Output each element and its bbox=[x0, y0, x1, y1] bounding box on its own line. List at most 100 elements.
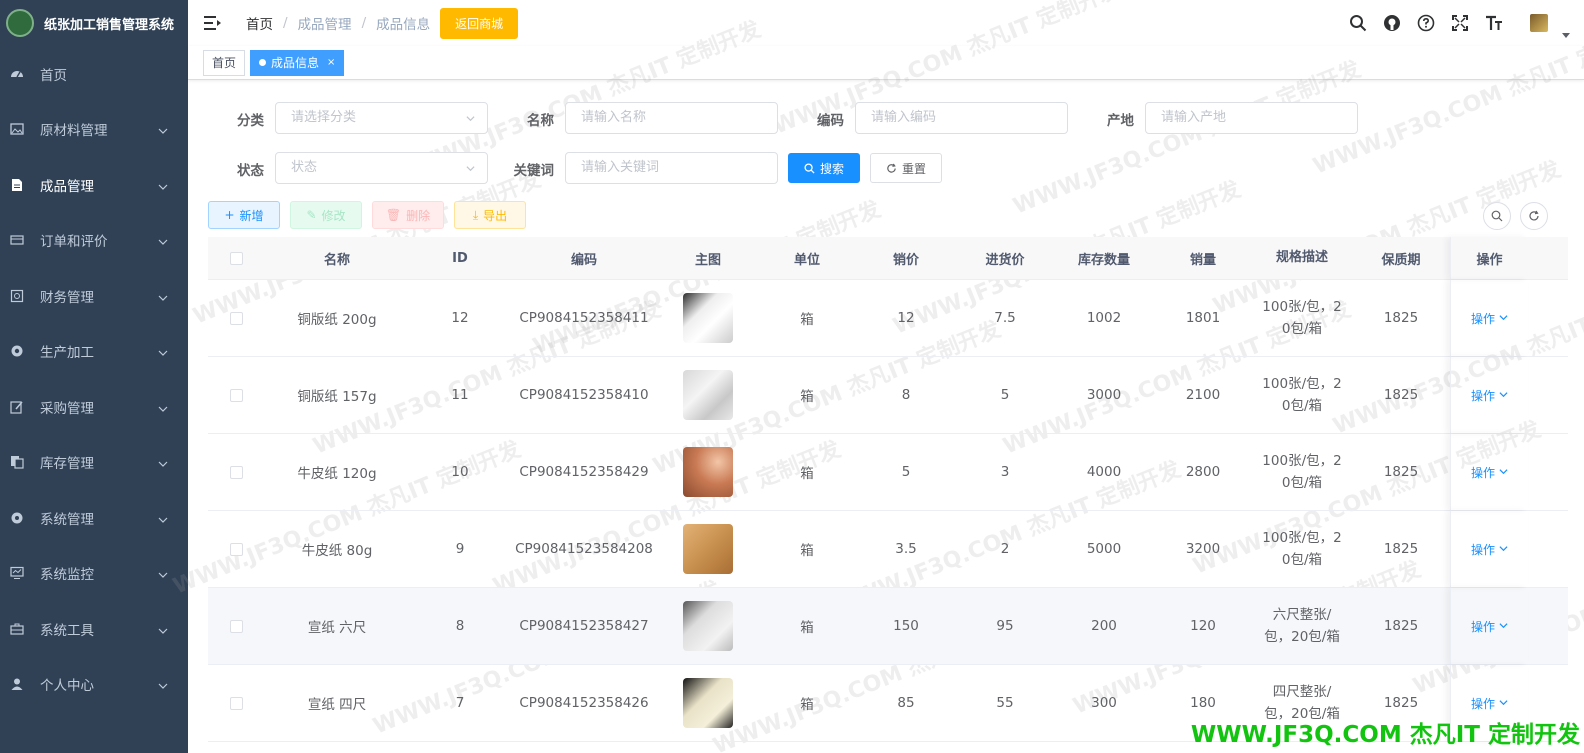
origin-input[interactable]: 请输入产地 bbox=[1145, 102, 1358, 134]
row-checkbox[interactable] bbox=[229, 619, 243, 633]
footer-watermark: WWW.JF3Q.COM 杰凡IT 定制开发 bbox=[1190, 722, 1580, 748]
cell-stock: 3000 bbox=[1086, 387, 1122, 403]
image-icon bbox=[10, 122, 24, 136]
trash-icon: 🗑 bbox=[385, 208, 402, 222]
tag-product-info[interactable]: 成品信息 × bbox=[250, 49, 345, 76]
category-select[interactable]: 请选择分类 bbox=[275, 102, 488, 134]
code-input[interactable]: 请输入编码 bbox=[855, 102, 1068, 134]
search-icon bbox=[1491, 210, 1503, 222]
cell-operation: 操作 bbox=[1450, 357, 1528, 433]
table-row: 宣纸 六尺 8 CP9084152358427 箱 150 95 200 120 六尺整张/包，… bbox=[208, 588, 1568, 665]
select-all-checkbox[interactable] bbox=[229, 251, 243, 265]
product-thumbnail[interactable] bbox=[683, 678, 733, 728]
sidebar-item-1[interactable]: 原材料管理 bbox=[0, 102, 188, 158]
refresh-icon bbox=[1529, 210, 1539, 221]
sidebar-item-label: 成品管理 bbox=[40, 178, 94, 195]
table-body: 铜版纸 200g 12 CP9084152358411 箱 12 7.5 1002 1801 1… bbox=[208, 280, 1568, 742]
chevron-down-icon bbox=[158, 624, 168, 634]
select-all-checkbox-cell bbox=[208, 237, 264, 279]
product-thumbnail[interactable] bbox=[683, 370, 733, 420]
hamburger-icon[interactable] bbox=[204, 15, 222, 31]
reset-button[interactable]: 重置 bbox=[870, 153, 942, 183]
product-thumbnail[interactable] bbox=[683, 447, 733, 497]
operation-dropdown[interactable]: 操作 bbox=[1471, 618, 1508, 635]
cell-code: CP9084152358427 bbox=[519, 618, 649, 634]
sidebar-item-3[interactable]: 订单和评价 bbox=[0, 213, 188, 269]
tags-view: 首页 成品信息 × bbox=[188, 46, 1584, 80]
row-checkbox[interactable] bbox=[229, 696, 243, 710]
sidebar-item-6[interactable]: 采购管理 bbox=[0, 379, 188, 435]
monitor-icon bbox=[10, 566, 24, 580]
operation-dropdown[interactable]: 操作 bbox=[1471, 387, 1508, 404]
row-checkbox[interactable] bbox=[229, 542, 243, 556]
row-checkbox[interactable] bbox=[229, 311, 243, 325]
sidebar-item-5[interactable]: 生产加工 bbox=[0, 324, 188, 380]
row-checkbox[interactable] bbox=[229, 465, 243, 479]
operation-dropdown[interactable]: 操作 bbox=[1471, 541, 1508, 558]
chevron-down-icon[interactable] bbox=[1562, 32, 1570, 38]
delete-button[interactable]: 🗑 删除 bbox=[372, 201, 444, 229]
product-thumbnail[interactable] bbox=[683, 601, 733, 651]
operation-dropdown[interactable]: 操作 bbox=[1471, 695, 1508, 712]
sidebar-item-8[interactable]: 系统管理 bbox=[0, 490, 188, 546]
search-icon[interactable] bbox=[1348, 13, 1368, 33]
cell-price: 12 bbox=[897, 310, 915, 326]
help-icon[interactable] bbox=[1416, 13, 1436, 33]
row-checkbox[interactable] bbox=[229, 388, 243, 402]
fullscreen-icon[interactable] bbox=[1450, 13, 1470, 33]
col-shelf-life: 保质期 bbox=[1381, 252, 1421, 268]
tag-home[interactable]: 首页 bbox=[203, 49, 246, 76]
operation-dropdown[interactable]: 操作 bbox=[1471, 310, 1508, 327]
sidebar-item-11[interactable]: 个人中心 bbox=[0, 657, 188, 713]
cell-shelf-life: 1825 bbox=[1383, 387, 1419, 403]
row-checkbox-cell bbox=[208, 434, 264, 510]
plus-icon: + bbox=[224, 208, 235, 222]
font-size-icon[interactable] bbox=[1484, 13, 1504, 33]
cell-unit: 箱 bbox=[800, 543, 814, 559]
cell-name: 铜版纸 200g bbox=[297, 312, 377, 328]
product-thumbnail[interactable] bbox=[683, 293, 733, 343]
chevron-down-icon bbox=[466, 166, 475, 172]
cell-sales: 1801 bbox=[1185, 310, 1221, 326]
sidebar-item-7[interactable]: 库存管理 bbox=[0, 435, 188, 491]
operation-label: 操作 bbox=[1470, 311, 1495, 326]
github-icon[interactable] bbox=[1382, 13, 1402, 33]
operation-label: 操作 bbox=[1470, 388, 1495, 403]
cell-sales: 2800 bbox=[1185, 464, 1221, 480]
close-icon[interactable]: × bbox=[327, 51, 335, 75]
cell-spec: 100张/包，2 0包/箱 bbox=[1252, 434, 1352, 510]
avatar[interactable] bbox=[1530, 14, 1548, 32]
keyword-input[interactable]: 请输入关键词 bbox=[565, 152, 778, 184]
status-select[interactable]: 状态 bbox=[275, 152, 488, 184]
name-input[interactable]: 请输入名称 bbox=[565, 102, 778, 134]
sidebar-item-label: 财务管理 bbox=[40, 289, 94, 306]
product-thumbnail[interactable] bbox=[683, 524, 733, 574]
edit-button[interactable]: ✎ 修改 bbox=[290, 201, 362, 229]
back-to-shop-button[interactable]: 返回商城 bbox=[440, 7, 519, 39]
breadcrumb: 首页 / 成品管理 / 成品信息 bbox=[246, 13, 430, 33]
sidebar-item-10[interactable]: 系统工具 bbox=[0, 601, 188, 657]
export-button[interactable]: ⤓ 导出 bbox=[454, 201, 526, 229]
refresh-table-button[interactable] bbox=[1520, 202, 1548, 230]
brand: 纸张加工销售管理系统 bbox=[0, 0, 188, 46]
category-label: 分类 bbox=[237, 113, 264, 129]
operation-dropdown[interactable]: 操作 bbox=[1471, 464, 1508, 481]
breadcrumb-home[interactable]: 首页 bbox=[246, 13, 273, 33]
sidebar-item-2[interactable]: 成品管理 bbox=[0, 157, 188, 213]
sidebar-item-9[interactable]: 系统监控 bbox=[0, 546, 188, 602]
search-button[interactable]: 搜索 bbox=[788, 153, 860, 183]
toggle-search-button[interactable] bbox=[1483, 202, 1511, 230]
reset-button-label: 重置 bbox=[901, 161, 926, 176]
sidebar-item-4[interactable]: 财务管理 bbox=[0, 268, 188, 324]
cell-price: 5 bbox=[901, 464, 911, 480]
add-button[interactable]: + 新增 bbox=[208, 201, 280, 229]
cell-cost: 95 bbox=[996, 618, 1014, 634]
sidebar-item-0[interactable]: 首页 bbox=[0, 46, 188, 102]
cell-stock: 200 bbox=[1091, 618, 1117, 634]
cell-code: CP9084152358410 bbox=[519, 387, 649, 403]
cell-stock: 300 bbox=[1091, 695, 1117, 711]
cell-id: 12 bbox=[451, 310, 469, 326]
cell-price: 8 bbox=[901, 387, 911, 403]
row-checkbox-cell bbox=[208, 588, 264, 664]
table-row: 牛皮纸 120g 10 CP9084152358429 箱 5 3 4000 2800 100张… bbox=[208, 434, 1568, 511]
